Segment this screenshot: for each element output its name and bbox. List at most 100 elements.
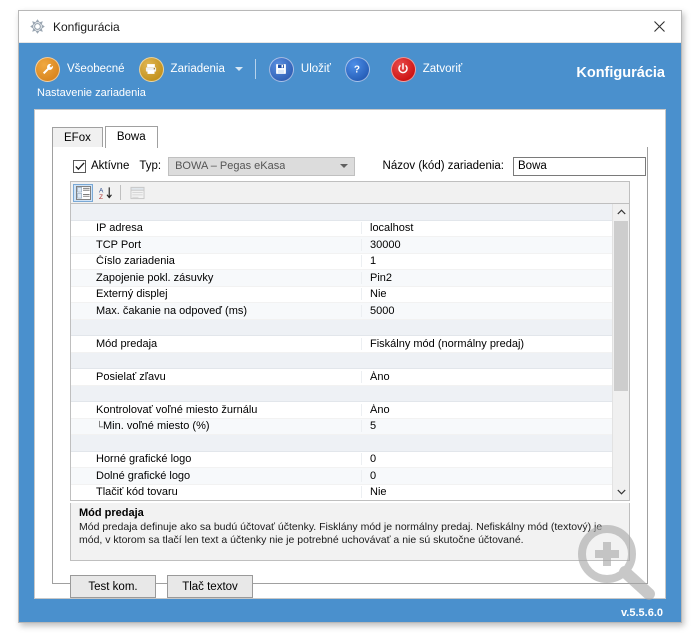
property-row[interactable]: Externý displej Nie	[71, 287, 612, 303]
property-grid[interactable]: 1. KomunikáciaIP adresa localhost TCP Port…	[70, 203, 630, 501]
property-name: Horné grafické logo	[96, 453, 192, 466]
svg-text:Z: Z	[98, 194, 102, 200]
property-row[interactable]: IP adresa localhost	[71, 221, 612, 237]
scroll-up-arrow-icon[interactable]	[613, 204, 629, 220]
property-row[interactable]: └ Min. voľné miesto (%) 5	[71, 418, 612, 435]
property-row[interactable]: TCP Port 30000	[71, 237, 612, 254]
toolbar-separator	[254, 59, 256, 79]
property-grid-scrollbar[interactable]	[612, 204, 629, 500]
property-grid-rows: 1. KomunikáciaIP adresa localhost TCP Port…	[71, 204, 612, 500]
property-value[interactable]: 5	[361, 420, 612, 433]
ribbon-tool-group: Všeobecné Zariadenia Uložiť ? Zatvoriť	[35, 51, 476, 87]
active-checkbox[interactable]: Aktívne	[73, 159, 130, 173]
property-value[interactable]: 30000	[361, 238, 612, 251]
scroll-down-arrow-icon[interactable]	[613, 484, 629, 500]
sort-alpha-icon: A Z	[98, 186, 112, 200]
help-icon: ?	[344, 56, 370, 82]
toolbar-label-ulozit: Uložiť	[300, 63, 331, 75]
property-row[interactable]: Max. čakanie na odpoveď (ms) 5000	[71, 303, 612, 320]
description-text: Mód predaja definuje ako sa budú účtovať…	[79, 521, 603, 546]
tab-bowa[interactable]: Bowa	[104, 126, 158, 148]
print-texts-button[interactable]: Tlač textov	[167, 575, 253, 598]
printer-icon	[138, 56, 164, 82]
property-value[interactable]: localhost	[361, 222, 612, 235]
active-checkbox-label: Aktívne	[91, 160, 130, 172]
device-type-value: BOWA – Pegas eKasa	[175, 160, 286, 172]
property-row[interactable]: Mód predaja Fiskálny mód (normálny predaj…	[71, 336, 612, 353]
property-row[interactable]: Zapojenie pokl. zásuvky Pin2	[71, 270, 612, 287]
toolbar-label-zatvorit: Zatvoriť	[422, 63, 463, 75]
content-panel: EFox Bowa Aktívne Typ: BOWA – Pegas eKas…	[34, 109, 666, 599]
property-name: Externý displej	[96, 288, 168, 301]
device-type-combobox[interactable]: BOWA – Pegas eKasa	[168, 156, 355, 176]
toolbar-button-zariadenia[interactable]: Zariadenia	[138, 56, 225, 82]
type-label: Typ:	[139, 160, 162, 172]
property-row[interactable]: Tlačiť kód tovaru Nie	[71, 485, 612, 501]
tab-efox[interactable]: EFox	[52, 127, 103, 148]
close-window-button[interactable]	[637, 11, 681, 41]
property-value[interactable]: 1	[361, 255, 612, 268]
title-bar: Konfigurácia	[19, 11, 681, 43]
tree-elbow-icon: └	[96, 422, 104, 433]
property-name: Zapojenie pokl. zásuvky	[96, 271, 214, 284]
property-value[interactable]: 0	[361, 469, 612, 482]
device-name-input[interactable]	[513, 156, 646, 176]
property-value[interactable]: Áno	[361, 370, 612, 383]
chevron-down-icon	[339, 164, 348, 168]
property-value[interactable]: Fiskálny mód (normálny predaj)	[361, 337, 612, 350]
property-row[interactable]: Horné grafické logo 0	[71, 452, 612, 468]
categorized-view-button[interactable]	[73, 183, 93, 202]
property-category-row[interactable]: 1. Základné	[71, 319, 612, 336]
property-name: Číslo zariadenia	[96, 255, 175, 268]
version-label: v.5.5.6.0	[621, 607, 663, 619]
property-category-row[interactable]: 4. Účtenka a tlač	[71, 435, 612, 452]
property-row[interactable]: Číslo zariadenia 1	[71, 254, 612, 270]
property-value[interactable]: Áno	[361, 403, 612, 416]
property-row[interactable]: Kontrolovať voľné miesto žurnálu Áno	[71, 402, 612, 419]
property-row[interactable]: Dolné grafické logo 0	[71, 468, 612, 485]
property-name: Dolné grafické logo	[96, 469, 191, 482]
property-name: TCP Port	[96, 238, 142, 251]
ribbon-toolbar: Všeobecné Zariadenia Uložiť ? Zatvoriť N…	[19, 43, 681, 109]
window-body: EFox Bowa Aktívne Typ: BOWA – Pegas eKas…	[19, 109, 681, 622]
tab-strip: EFox Bowa	[52, 126, 648, 148]
power-icon	[390, 56, 416, 82]
description-title: Mód predaja	[79, 507, 144, 519]
property-grid-toolbar: A Z	[70, 181, 630, 203]
property-category-row[interactable]: 3. Elektronický žurnál	[71, 385, 612, 402]
property-name: Max. čakanie na odpoveď (ms)	[96, 304, 248, 317]
close-icon	[653, 20, 665, 32]
property-pages-button[interactable]	[127, 184, 147, 202]
toolbar-button-vseobecne[interactable]: Všeobecné	[35, 56, 125, 82]
property-value[interactable]: Pin2	[361, 271, 612, 284]
device-name-label: Názov (kód) zariadenia:	[382, 160, 504, 172]
toolbar-button-help[interactable]: ?	[344, 56, 377, 82]
property-value[interactable]: 5000	[361, 304, 612, 317]
property-category-row[interactable]: 2. Zľavy	[71, 352, 612, 369]
toolbar-button-zatvorit[interactable]: Zatvoriť	[390, 56, 463, 82]
alphabetical-sort-button[interactable]: A Z	[95, 184, 115, 202]
svg-text:?: ?	[354, 65, 360, 76]
property-name: └ Min. voľné miesto (%)	[96, 420, 210, 433]
scrollbar-thumb[interactable]	[614, 221, 628, 391]
property-description-pane: Mód predaja Mód predaja definuje ako sa …	[70, 503, 630, 561]
property-name: Posielať zľavu	[96, 370, 166, 383]
checkmark-icon	[74, 161, 85, 170]
test-communication-button[interactable]: Test kom.	[70, 575, 156, 598]
chevron-down-icon[interactable]	[234, 67, 243, 71]
toolbar-button-ulozit[interactable]: Uložiť	[268, 56, 331, 82]
property-value[interactable]: 0	[361, 453, 612, 466]
property-value[interactable]: Nie	[361, 288, 612, 301]
ribbon-title: Konfigurácia	[576, 65, 665, 81]
action-button-row: Test kom. Tlač textov	[70, 575, 264, 598]
wrench-icon	[35, 56, 60, 82]
property-name: Tlačiť kód tovaru	[96, 486, 178, 499]
property-category-row[interactable]: 1. Komunikácia	[71, 204, 612, 221]
ribbon-subtitle: Nastavenie zariadenia	[37, 87, 146, 99]
property-name: Kontrolovať voľné miesto žurnálu	[96, 403, 258, 416]
property-row[interactable]: Posielať zľavu Áno	[71, 369, 612, 386]
property-pages-icon	[130, 186, 144, 199]
property-value[interactable]: Nie	[361, 486, 612, 499]
tab-page-bowa: Aktívne Typ: BOWA – Pegas eKasa Názov (k…	[52, 147, 648, 598]
toolbar-separator	[120, 185, 121, 200]
